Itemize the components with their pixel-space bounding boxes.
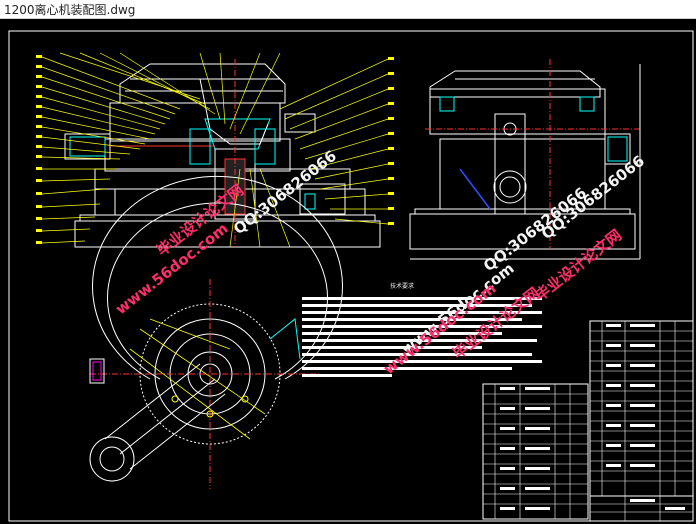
- technical-notes-title: 技术要求: [390, 283, 415, 290]
- drawing-canvas[interactable]: 技术要求 毕业设计论文网 www.56doc.com QQ:306826066 …: [0, 19, 696, 524]
- window-title-bar: 1200离心机装配图.dwg: [0, 0, 696, 19]
- parts-list-right: [589, 320, 694, 497]
- window-title: 1200离心机装配图.dwg: [4, 3, 136, 17]
- cad-drawing: [8, 30, 694, 522]
- parts-list-left: [482, 383, 589, 520]
- title-block: [589, 495, 694, 522]
